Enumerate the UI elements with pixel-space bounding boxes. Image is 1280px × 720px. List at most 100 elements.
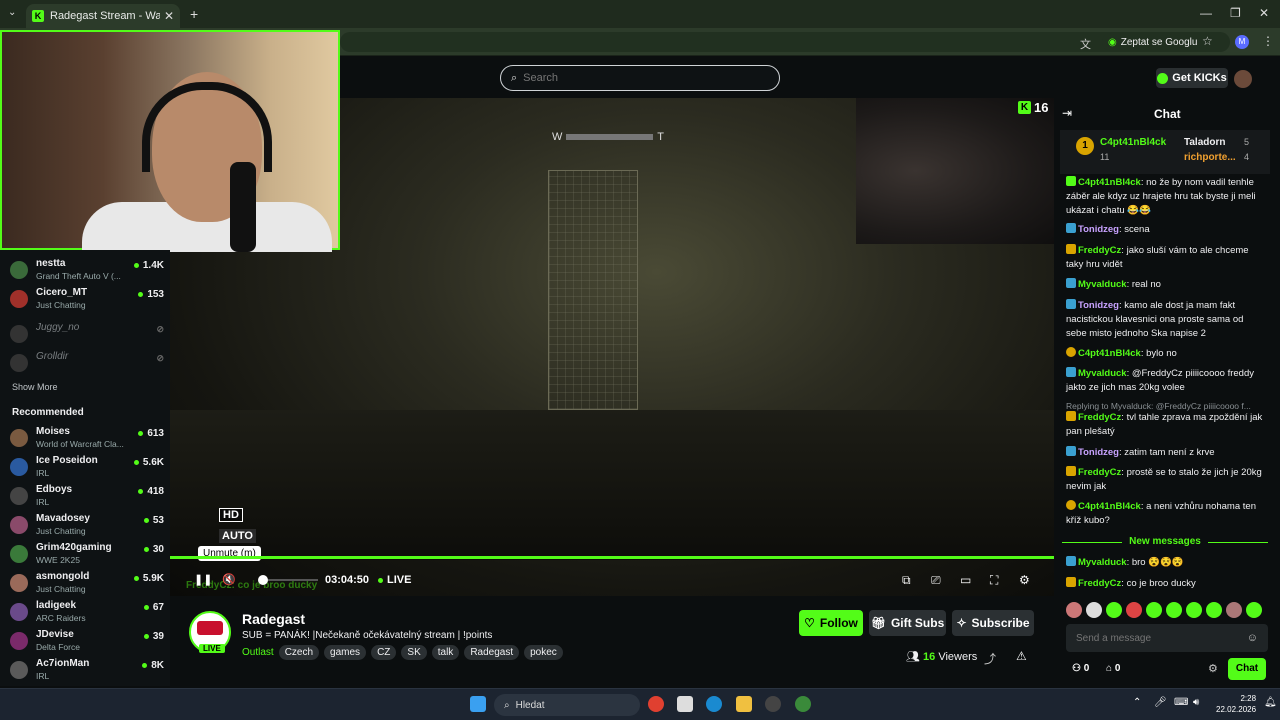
emote-icon[interactable] [1106, 602, 1122, 618]
emote-icon[interactable] [1126, 602, 1142, 618]
chat-message[interactable]: C4pt41nBl4ck: bylo no [1066, 347, 1266, 361]
search-input[interactable] [523, 72, 754, 84]
sidebar-channel-offline[interactable]: Grolldir ⊘ [10, 351, 164, 379]
tag-pill[interactable]: CZ [371, 645, 397, 660]
sidebar-channel[interactable]: ladigeek ARC Raiders 67 [10, 600, 164, 628]
close-tab-icon[interactable]: ✕ [164, 9, 174, 23]
emote-icon[interactable] [1186, 602, 1202, 618]
clip-icon[interactable]: ⎚ [931, 573, 941, 588]
chat-username[interactable]: C4pt41nBl4ck [1078, 501, 1141, 512]
emote-icon[interactable] [1226, 602, 1242, 618]
sidebar-channel[interactable]: Mavadosey Just Chatting 53 [10, 513, 164, 541]
maximize-icon[interactable]: ❐ [1230, 6, 1241, 20]
edge-icon[interactable] [706, 696, 722, 712]
close-window-icon[interactable]: ✕ [1259, 6, 1269, 20]
sidebar-channel[interactable]: asmongold Just Chatting 5.9K [10, 571, 164, 599]
sidebar-channel[interactable]: Ac7ionMan IRL 8K [10, 658, 164, 686]
category-link[interactable]: Outlast [242, 647, 274, 658]
tag-pill[interactable]: SK [401, 645, 427, 660]
emote-icon[interactable] [1246, 602, 1262, 618]
muted-speaker-icon[interactable]: 🔇 [222, 573, 236, 586]
volume-slider-track[interactable] [268, 579, 318, 581]
get-kicks-button[interactable]: Get KICKs [1156, 68, 1228, 88]
chat-message[interactable]: Myvalduck: bro 😵😵😵 [1066, 556, 1266, 570]
emote-icon[interactable] [1086, 602, 1102, 618]
chat-username[interactable]: Myvalduck [1078, 557, 1127, 568]
address-bar[interactable] [340, 32, 1230, 52]
emote-icon[interactable] [1166, 602, 1182, 618]
microphone-icon[interactable]: 🎤︎ [1154, 697, 1167, 708]
sidebar-channel[interactable]: JDevise Delta Force 39 [10, 629, 164, 657]
chat-message[interactable]: Myvalduck: @FreddyCz piiiicoooo freddy j… [1066, 367, 1266, 395]
tag-pill[interactable]: Radegast [464, 645, 520, 660]
chat-username[interactable]: FreddyCz [1078, 412, 1121, 423]
gift-leaderboard[interactable]: 1 C4pt41nBl4ck 11 Taladorn 5 richporte..… [1060, 130, 1270, 174]
sidebar-channel[interactable]: Grim420gaming WWE 2K25 30 [10, 542, 164, 570]
chat-username[interactable]: Myvalduck [1078, 368, 1127, 379]
subscribe-button[interactable]: ✧ Subscribe [952, 610, 1034, 636]
collapse-chat-icon[interactable]: ⇥ [1062, 106, 1072, 120]
chat-username[interactable]: Myvalduck [1078, 279, 1127, 290]
share-icon[interactable]: ⤴ [984, 650, 996, 667]
fullscreen-icon[interactable]: ⛶ [990, 573, 998, 588]
browser-menu-icon[interactable]: ⋮ [1262, 34, 1274, 48]
chat-username[interactable]: Tonidzeg [1078, 300, 1119, 311]
pause-icon[interactable]: ❚❚ [194, 573, 212, 586]
points-counter[interactable]: ⚇ 0 [1072, 663, 1089, 674]
show-more-link[interactable]: Show More [12, 382, 58, 392]
gift-subs-button[interactable]: 🎁︎ Gift Subs [869, 610, 946, 636]
tray-chevron-icon[interactable]: ⌃ [1133, 697, 1141, 708]
sidebar-channel[interactable]: nestta Grand Theft Auto V (... 1.4K [10, 258, 164, 286]
tag-pill[interactable]: talk [431, 645, 460, 660]
file-explorer-icon[interactable] [736, 696, 752, 712]
chat-message[interactable]: FreddyCz: co je broo ducky [1066, 577, 1266, 591]
user-avatar[interactable] [1234, 70, 1252, 88]
chat-input[interactable] [1076, 632, 1247, 644]
chat-username[interactable]: FreddyCz [1078, 578, 1121, 589]
tag-pill[interactable]: pokec [524, 645, 563, 660]
report-warning-icon[interactable]: ⚠ [1016, 649, 1027, 663]
new-tab-button[interactable]: + [190, 6, 198, 22]
site-search[interactable]: ⌕ [500, 65, 780, 91]
chat-message[interactable]: FreddyCz: prostě se to stalo že jich je … [1066, 466, 1266, 494]
chat-username[interactable]: FreddyCz [1078, 467, 1121, 478]
emote-icon[interactable] [1206, 602, 1222, 618]
chat-message[interactable]: FreddyCz: jako sluší vám to ale chceme t… [1066, 244, 1266, 272]
theater-mode-icon[interactable]: ▭ [960, 573, 971, 587]
browser-tab[interactable]: K Radegast Stream - Watch Live o ✕ [26, 4, 180, 28]
chat-message[interactable]: Myvalduck: real no [1066, 278, 1266, 292]
chat-message[interactable]: Tonidzeg: zatim tam není z krve [1066, 446, 1266, 460]
quality-auto-badge[interactable]: AUTO [219, 529, 256, 543]
taskbar-clock[interactable]: 2:28 22.02.2026 [1216, 693, 1256, 715]
windows-start-icon[interactable] [470, 696, 486, 712]
chat-input-box[interactable]: ☺ [1066, 624, 1268, 652]
emoji-picker-icon[interactable]: ☺ [1247, 632, 1258, 644]
chat-username[interactable]: C4pt41nBl4ck [1078, 177, 1141, 188]
app-icon[interactable] [765, 696, 781, 712]
volume-icon[interactable]: 🔊︎ [1193, 697, 1199, 708]
network-icon[interactable]: ⌨ [1174, 697, 1188, 708]
tag-pill[interactable]: games [324, 645, 367, 660]
new-messages-divider[interactable]: New messages [1062, 536, 1268, 547]
store-icon[interactable] [677, 696, 693, 712]
emote-icon[interactable] [1146, 602, 1162, 618]
chat-username[interactable]: C4pt41nBl4ck [1078, 348, 1141, 359]
pip-icon[interactable]: ⧉ [902, 573, 911, 588]
tag-pill[interactable]: Czech [278, 645, 320, 660]
sidebar-channel[interactable]: Cicero_MT Just Chatting 153 [10, 287, 164, 315]
streamer-name[interactable]: Radegast [242, 611, 305, 627]
notifications-bell-icon[interactable]: 🔔︎ [1264, 697, 1277, 708]
chat-message[interactable]: Tonidzeg: kamo ale dost ja mam fakt naci… [1066, 299, 1266, 341]
chat-message[interactable]: C4pt41nBl4ck: no že by nom vadil tenhle … [1066, 176, 1266, 218]
chat-settings-icon[interactable]: ⚙ [1208, 662, 1218, 675]
chat-message[interactable]: FreddyCz: tvl tahle zprava ma zpoždění j… [1066, 411, 1266, 439]
drops-counter[interactable]: ⌂ 0 [1106, 663, 1120, 674]
live-indicator[interactable]: LIVE [378, 574, 411, 586]
chat-message[interactable]: C4pt41nBl4ck: a neni vzhůru nohama ten k… [1066, 500, 1266, 528]
chat-username[interactable]: Tonidzeg [1078, 224, 1119, 235]
sidebar-channel[interactable]: Ice Poseidon IRL 5.6K [10, 455, 164, 483]
translate-icon[interactable]: 文 [1080, 36, 1091, 52]
chrome-icon[interactable] [648, 696, 664, 712]
taskbar-search[interactable]: ⌕ Hledat [494, 694, 640, 716]
tab-search-icon[interactable]: ⌄ [8, 7, 16, 18]
